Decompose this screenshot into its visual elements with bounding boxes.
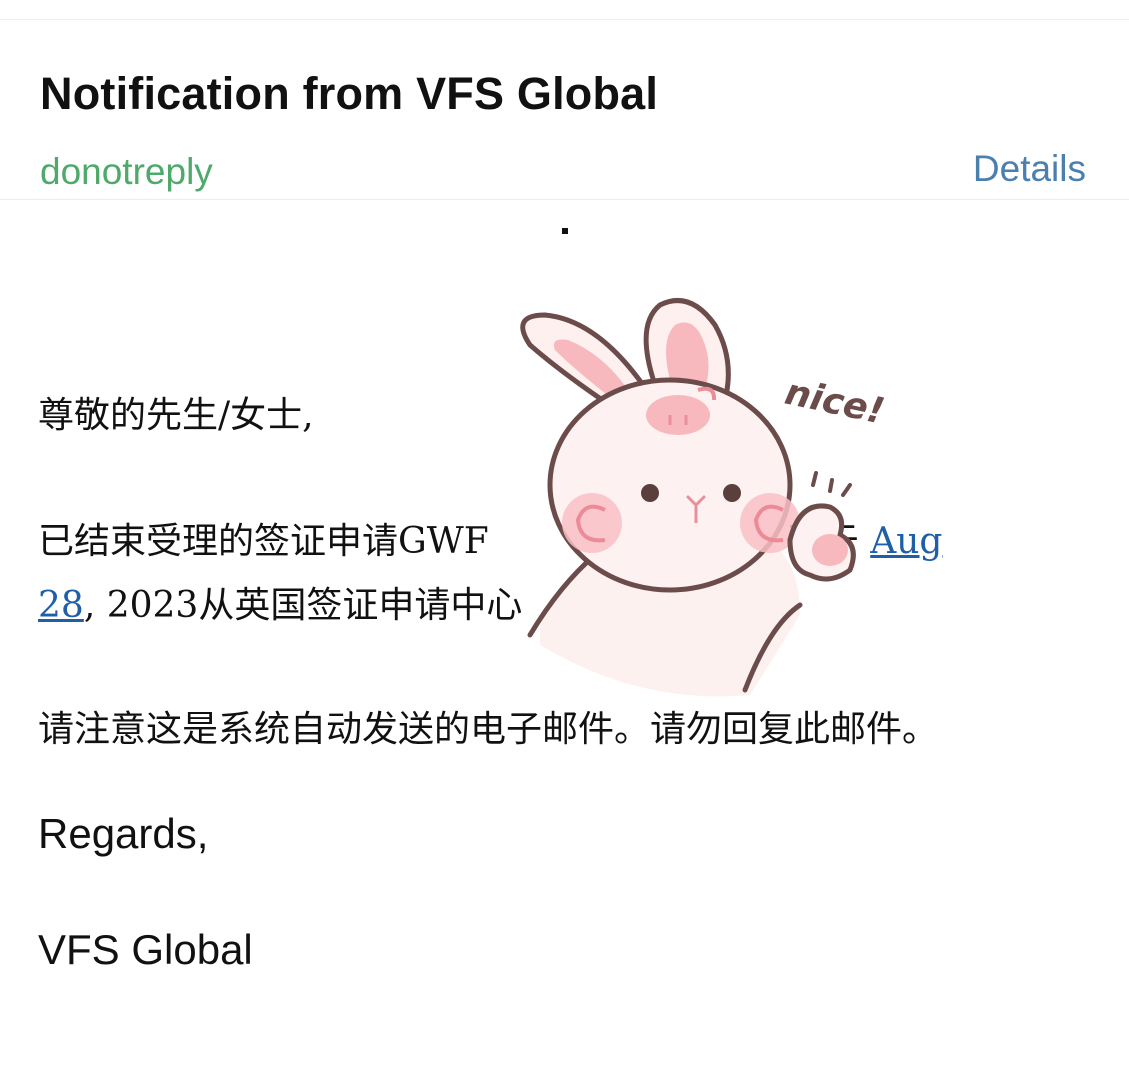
date-link-day[interactable]: 28 [38, 585, 84, 626]
auto-email-note: 请注意这是系统自动发送的电子邮件。请勿回复此邮件。 [38, 709, 939, 750]
message-line-2-rest: , 2023从英国签证申请中心 [83, 585, 523, 626]
bunny-sticker-icon: nice! [520, 298, 888, 697]
signoff-text: VFS Global [38, 926, 253, 973]
details-link[interactable]: Details [973, 148, 1086, 190]
message-line-1-prefix: 已结束受理的签证申请GWF [38, 521, 489, 562]
message-line-2: 28, 2023从英国签证申请中心 [38, 576, 522, 628]
body-dot-marker [562, 228, 568, 234]
email-subject: Notification from VFS Global [40, 68, 659, 119]
regards-text: Regards, [38, 810, 209, 857]
email-header: Notification from VFS Global donotreply … [0, 20, 1129, 200]
sticker-caption: nice! [781, 372, 887, 433]
sender-name[interactable]: donotreply [40, 151, 213, 193]
greeting-text: 尊敬的先生/女士, [38, 395, 314, 436]
